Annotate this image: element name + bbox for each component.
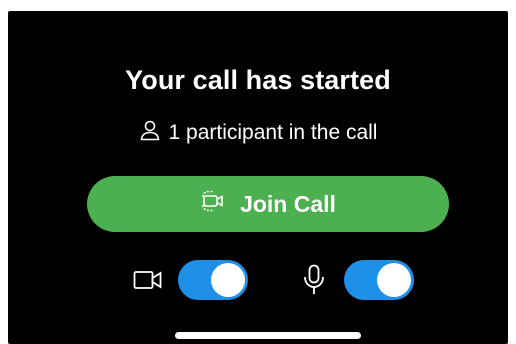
join-call-label: Join Call: [240, 190, 336, 217]
call-title: Your call has started: [125, 65, 391, 95]
participant-count-label: 1 participant in the call: [168, 121, 378, 144]
microphone-toggle-knob: [377, 263, 411, 297]
video-camera-icon: [130, 262, 166, 298]
participant-count: 1 participant in the call: [8, 119, 508, 147]
join-call-button[interactable]: Join Call: [87, 176, 449, 232]
video-control: [130, 260, 248, 300]
microphone-icon: [296, 262, 332, 298]
video-join-icon: [200, 189, 240, 219]
microphone-toggle[interactable]: [344, 260, 414, 300]
person-icon: [139, 119, 169, 147]
home-indicator[interactable]: [175, 332, 361, 339]
microphone-control: [296, 260, 414, 300]
call-screen: Your call has started 1 participant in t…: [8, 11, 508, 344]
video-toggle[interactable]: [178, 260, 248, 300]
video-toggle-knob: [211, 263, 245, 297]
